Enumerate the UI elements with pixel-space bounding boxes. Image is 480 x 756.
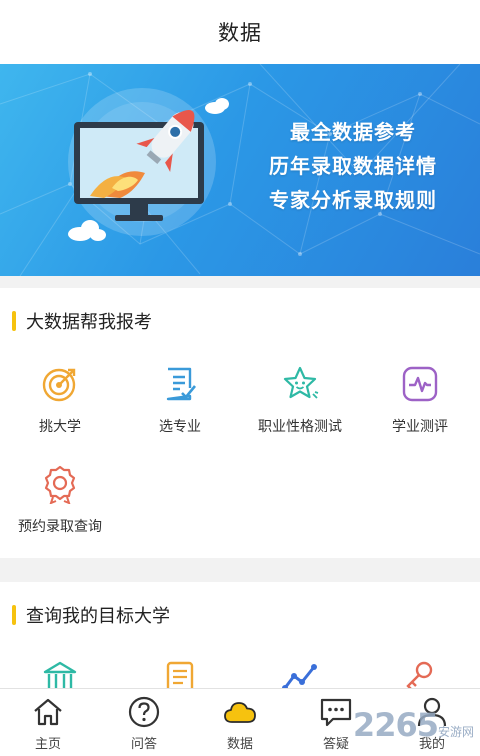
pick-university-button[interactable]: 挑大学 [0,364,120,436]
checklist-icon [166,367,197,401]
tab-qa[interactable]: 问答 [96,689,192,756]
academic-assessment-button[interactable]: 学业测评 [360,364,480,436]
banner-slogan-2: 历年录取数据详情 [269,156,437,178]
key-icon [406,661,433,691]
cloud-icon [224,702,256,723]
section-title: 大数据帮我报考 [26,312,152,332]
section-accent-bar [12,311,16,331]
section-accent-bar [12,605,16,625]
top-bar: 数据 [0,0,480,64]
award-badge-icon [44,465,76,504]
key-query-button[interactable] [360,658,480,692]
banner-slogan-3: 专家分析录取规则 [269,190,437,212]
section-title: 查询我的目标大学 [26,606,170,626]
academic-assessment-label: 学业测评 [392,418,448,434]
page-title: 数据 [218,22,262,45]
tab-consult-label: 答疑 [322,736,349,751]
scroll-icon [166,661,194,692]
section-header: 查询我的目标大学 [12,602,170,628]
chat-icon [320,698,352,727]
question-icon [128,696,160,728]
tab-home[interactable]: 主页 [0,689,96,756]
target-university-section: 查询我的目标大学 [0,582,480,692]
big-data-section: 大数据帮我报考 挑大学 选专业 职业性格测试 学业测评 预约录取查询 [0,288,480,558]
promo-banner[interactable]: 最全数据参考 历年录取数据详情 专家分析录取规则 [0,64,480,276]
trend-query-button[interactable] [240,658,360,692]
scroll-query-button[interactable] [120,658,240,692]
rocket-monitor-illustration [68,88,229,241]
pulse-chart-icon [402,366,438,402]
reserve-admission-query-button[interactable]: 预约录取查询 [0,464,120,536]
tab-qa-label: 问答 [130,736,157,751]
watermark: 2265安游网 [353,706,474,744]
pick-university-label: 挑大学 [39,418,81,434]
target-icon [42,368,76,402]
career-personality-test-label: 职业性格测试 [258,418,342,434]
choose-major-button[interactable]: 选专业 [120,364,240,436]
watermark-text: 2265 [352,706,439,744]
tab-data[interactable]: 数据 [192,689,288,756]
career-personality-test-button[interactable]: 职业性格测试 [240,364,360,436]
tab-data-label: 数据 [226,736,253,751]
banner-slogan-1: 最全数据参考 [290,122,416,144]
star-face-icon [283,366,319,399]
school-query-button[interactable] [0,658,120,692]
choose-major-label: 选专业 [159,418,201,434]
school-building-icon [43,661,77,692]
section-header: 大数据帮我报考 [12,308,152,334]
reserve-admission-query-label: 预约录取查询 [18,518,102,534]
line-chart-icon [282,664,317,691]
home-icon [34,698,62,726]
watermark-subtext: 安游网 [437,725,474,739]
tab-home-label: 主页 [34,736,61,751]
banner-slogans: 最全数据参考 历年录取数据详情 专家分析录取规则 [238,116,468,218]
